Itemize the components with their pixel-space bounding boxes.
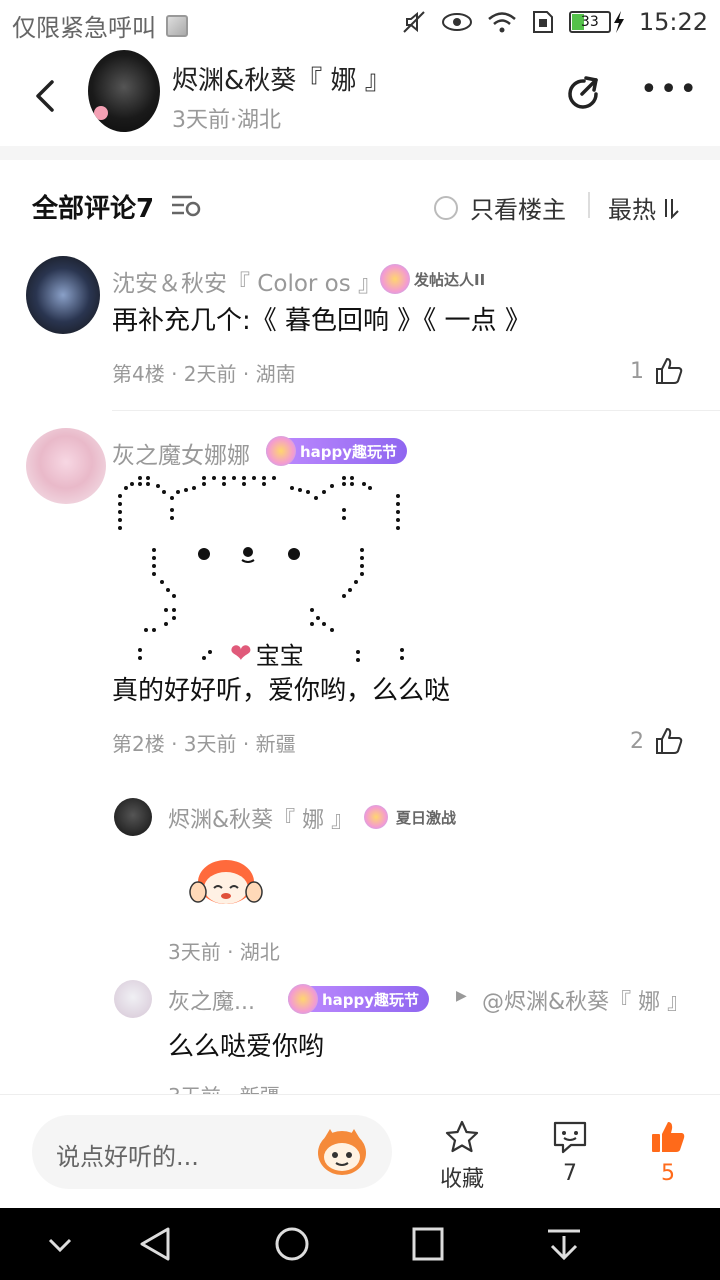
- reply-avatar[interactable]: [114, 798, 152, 836]
- post-like-button[interactable]: 5: [628, 1119, 708, 1186]
- sort-separator: [588, 192, 590, 218]
- badge-icon: [380, 264, 410, 294]
- status-time: 15:22: [638, 8, 708, 36]
- reply-badge[interactable]: 夏日激战: [362, 804, 466, 830]
- like-count: 2: [630, 728, 644, 754]
- reply-avatar[interactable]: [114, 980, 152, 1018]
- bear-eye-left: [198, 548, 210, 560]
- commenter-name[interactable]: 沈安＆秋安『 Color os 』: [112, 264, 381, 298]
- comment-count: 7: [563, 1161, 577, 1186]
- badge-label: 夏日激战: [396, 808, 457, 827]
- back-triangle-icon[interactable]: [136, 1226, 176, 1262]
- bear-nose: [243, 547, 253, 557]
- reply-author-name[interactable]: 灰之魔...: [168, 984, 255, 1016]
- more-options-icon[interactable]: •••: [640, 75, 697, 108]
- badge-label: happy趣玩节: [300, 442, 398, 461]
- status-right: 33 15:22: [401, 8, 708, 36]
- chevron-down-icon[interactable]: [40, 1226, 80, 1262]
- post-header: 烬渊&秋葵『 娜 』 3天前·湖北 •••: [0, 50, 720, 146]
- comment-bubble-icon: [553, 1121, 587, 1154]
- comment-like-button[interactable]: 2: [630, 726, 684, 756]
- charging-bolt-icon: [613, 11, 624, 33]
- commenter-badge[interactable]: happy趣玩节: [266, 436, 408, 466]
- commenter-avatar[interactable]: [26, 256, 100, 334]
- badge-icon: [364, 805, 388, 829]
- reply-text: 么么哒爱你哟: [168, 1032, 325, 1062]
- comment-like-button[interactable]: 1: [630, 356, 684, 386]
- recent-apps-square-icon[interactable]: [408, 1226, 448, 1262]
- comments-header: 全部评论7 只看楼主 最热: [0, 180, 720, 232]
- badge-icon: [266, 436, 296, 466]
- comment-text: 再补充几个:《 暮色回响 》《 一点 》: [112, 306, 531, 336]
- star-icon: [445, 1120, 479, 1153]
- favorite-label: 收藏: [439, 1167, 484, 1192]
- badge-icon: [288, 984, 318, 1014]
- comments-title: 全部评论7: [32, 194, 155, 224]
- thumbs-up-icon: [656, 358, 683, 384]
- sort-arrows-icon: [665, 198, 679, 219]
- emoji-picker-icon[interactable]: [314, 1125, 370, 1179]
- sort-button[interactable]: 最热: [608, 190, 680, 225]
- comment-input-placeholder: 说点好听的...: [56, 1143, 199, 1171]
- reply-arrow-icon: ▶: [456, 988, 467, 1004]
- battery-indicator: 33: [568, 11, 625, 33]
- status-left: 仅限紧急呼叫: [12, 8, 188, 43]
- author-avatar[interactable]: [88, 50, 160, 132]
- commenter-badge[interactable]: 发帖达人II: [380, 264, 495, 294]
- commenter-name[interactable]: 灰之魔女娜娜: [112, 436, 250, 470]
- reply-meta: 3天前 · 湖北: [168, 940, 280, 964]
- comment-count-button[interactable]: 7: [530, 1119, 610, 1186]
- commenter-avatar[interactable]: [26, 428, 106, 504]
- thumbs-up-icon: [656, 728, 683, 754]
- heart-icon: ❤: [230, 638, 252, 669]
- only-op-label: 只看楼主: [470, 196, 566, 224]
- comment-input[interactable]: 说点好听的...: [32, 1115, 392, 1189]
- mute-icon: [403, 11, 425, 33]
- comment-divider: [112, 410, 720, 411]
- reply-badge[interactable]: happy趣玩节: [288, 984, 430, 1014]
- like-count: 5: [661, 1161, 675, 1186]
- author-name[interactable]: 烬渊&秋葵『 娜 』: [172, 60, 391, 97]
- notification-pulldown-icon[interactable]: [544, 1226, 584, 1262]
- post-meta: 3天前·湖北: [172, 108, 281, 133]
- only-op-toggle[interactable]: 只看楼主: [434, 190, 566, 225]
- section-divider: [0, 146, 720, 160]
- comment-meta: 第2楼 · 3天前 · 新疆: [112, 732, 296, 756]
- badge-label: happy趣玩节: [322, 990, 420, 1009]
- back-arrow-icon[interactable]: [28, 76, 64, 116]
- heart-text: 宝宝: [255, 642, 304, 670]
- image-notification-icon: [166, 14, 188, 37]
- bear-eye-right: [288, 548, 300, 560]
- only-op-radio[interactable]: [434, 195, 458, 220]
- comment-text: 真的好好听，爱你哟，么么哒: [112, 676, 451, 706]
- eye-icon: [441, 13, 472, 31]
- sort-label: 最热: [608, 196, 656, 224]
- battery-body: 33: [568, 11, 611, 33]
- sim-icon: [532, 11, 553, 33]
- badge-label: 发帖达人II: [414, 270, 486, 289]
- reply-author-name[interactable]: 烬渊&秋葵『 娜 』: [168, 802, 353, 834]
- heart-line: ❤ 宝宝: [230, 636, 304, 671]
- ascii-dots-top: [118, 476, 400, 530]
- like-count: 1: [630, 358, 644, 384]
- share-icon[interactable]: [564, 74, 604, 114]
- favorite-button[interactable]: 收藏: [422, 1119, 502, 1193]
- reply-to-name[interactable]: @烬渊&秋葵『 娜 』: [482, 984, 689, 1016]
- bottom-action-bar: 说点好听的... 收藏 7 5: [0, 1094, 720, 1208]
- carrier-text: 仅限紧急呼叫: [12, 14, 156, 42]
- filter-icon[interactable]: [170, 192, 202, 220]
- comment-meta: 第4楼 · 2天前 · 湖南: [112, 362, 296, 386]
- system-navigation-bar: [0, 1208, 720, 1280]
- battery-level: 33: [580, 14, 599, 30]
- home-circle-icon[interactable]: [272, 1226, 312, 1262]
- sticker-emoji: [189, 860, 263, 904]
- status-bar: 仅限紧急呼叫 33 15:22: [0, 0, 720, 50]
- thumbs-up-filled-icon: [652, 1122, 685, 1152]
- wifi-icon: [488, 12, 516, 33]
